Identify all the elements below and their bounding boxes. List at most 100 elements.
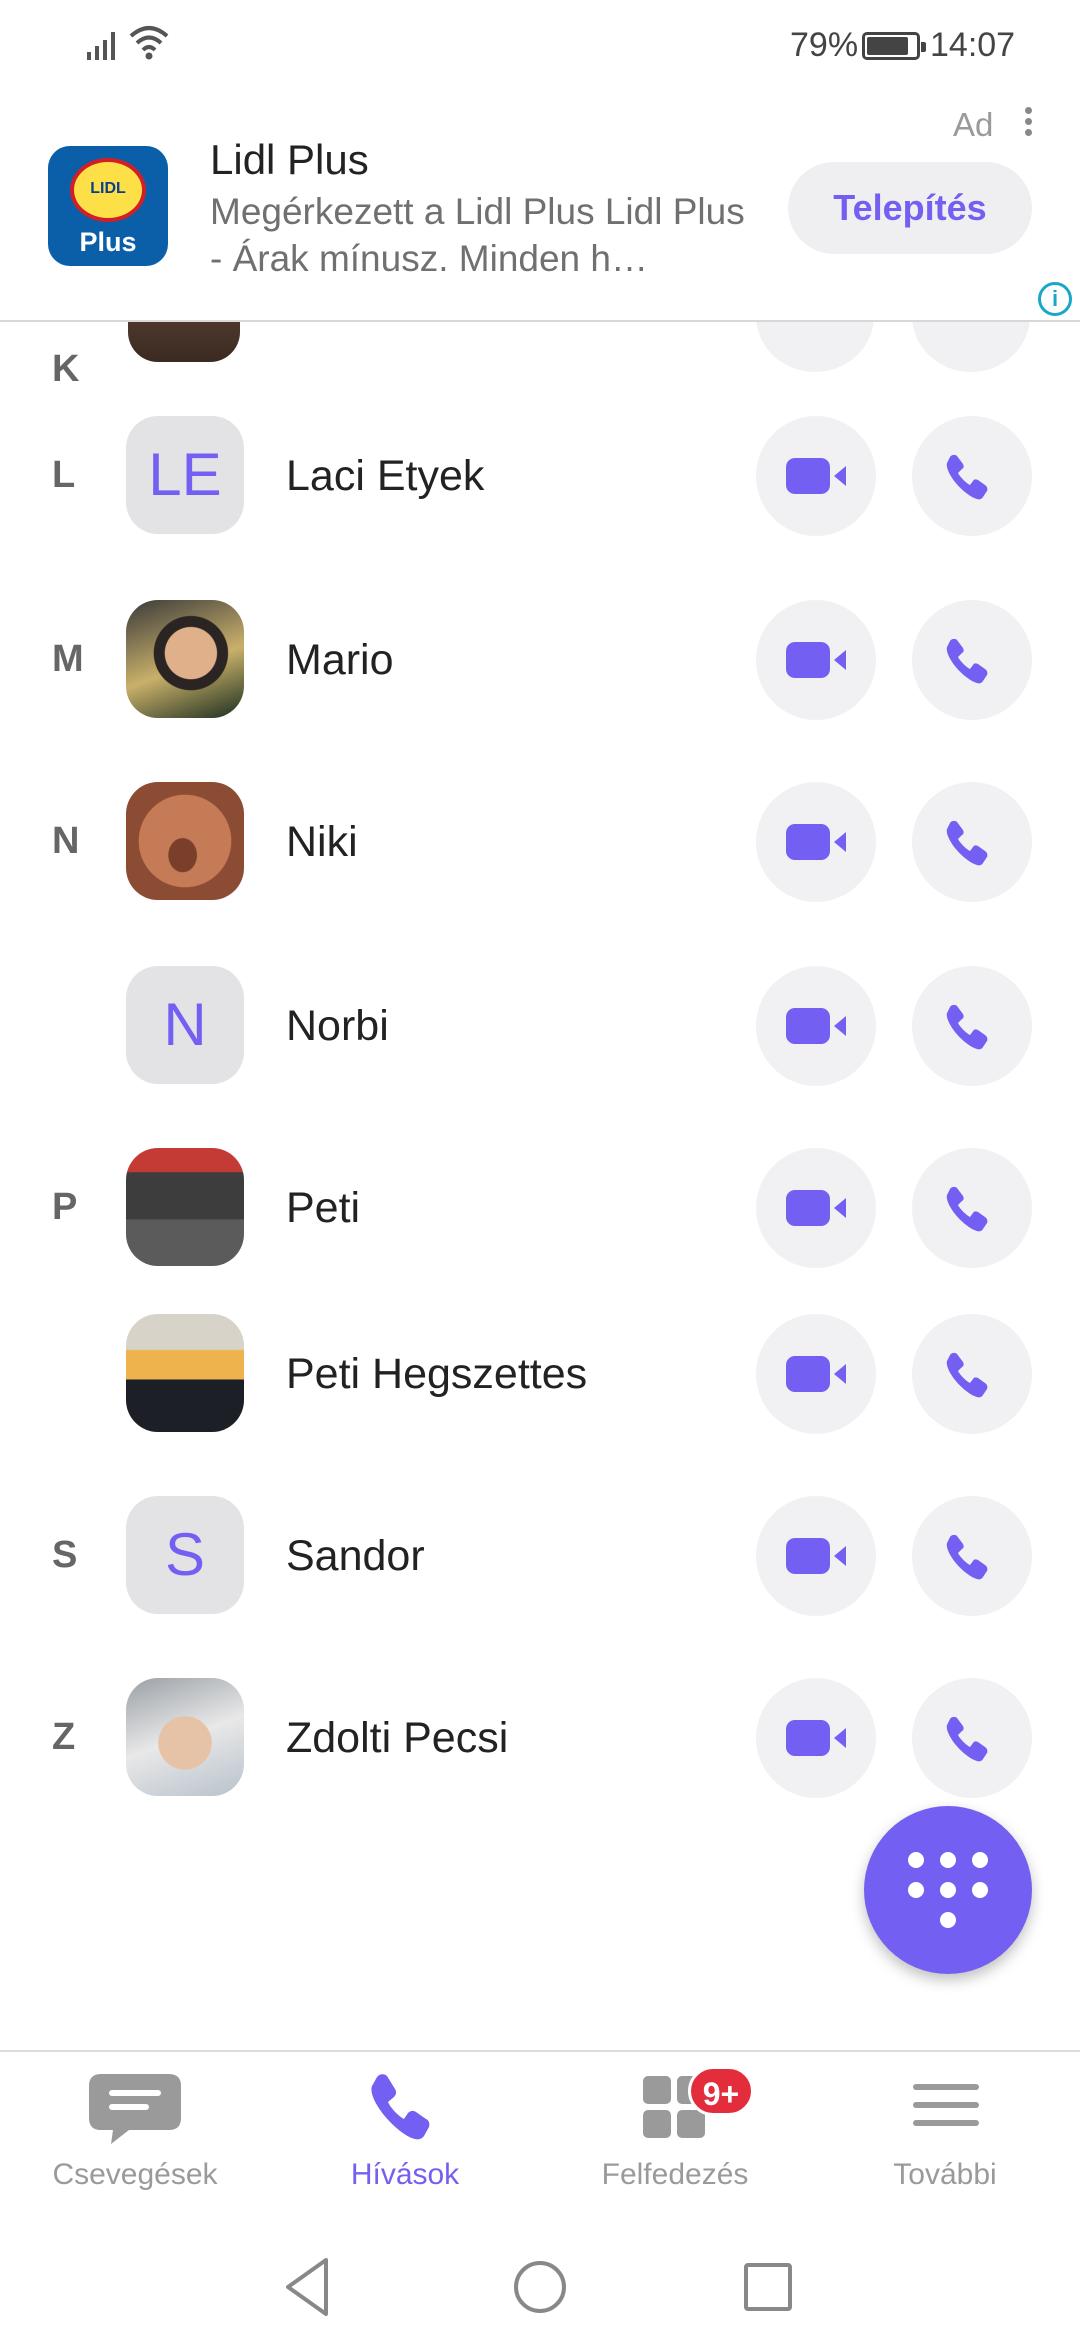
ad-app-name: Lidl Plus [210,136,369,183]
logo-sub-text: Plus [79,227,137,257]
avatar[interactable] [126,1148,244,1266]
avatar[interactable]: S [126,1496,244,1614]
section-letter: P [52,1186,78,1228]
battery-percent: 79% [790,26,859,64]
bottom-nav: Csevegések Hívások Felfedezés 9+ További [0,2050,1080,2230]
tab-calls[interactable]: Hívások [270,2052,540,2232]
video-call-icon [786,1720,846,1756]
contact-name: Mario [286,636,394,684]
list-item[interactable]: N Niki [0,782,1080,902]
tab-chats[interactable]: Csevegések [0,2052,270,2232]
battery-icon [862,32,926,60]
phone-icon [946,638,988,684]
call-button[interactable] [912,322,1030,372]
avatar[interactable] [126,782,244,900]
contact-name: Zdolti Pecsi [286,1714,509,1762]
video-call-button[interactable] [756,416,876,536]
lidl-plus-logo: LIDL Plus [48,146,168,266]
recents-icon[interactable] [728,2252,808,2322]
call-button[interactable] [912,416,1032,536]
section-letter: Z [52,1716,76,1758]
call-button[interactable] [912,1148,1032,1268]
phone-icon [946,1716,988,1762]
call-button[interactable] [912,1496,1032,1616]
call-button[interactable] [912,966,1032,1086]
phone-icon [946,1534,988,1580]
video-call-icon [786,1008,846,1044]
list-item[interactable]: N Norbi [0,966,1080,1086]
avatar[interactable]: LE [126,416,244,534]
wifi-icon [129,26,169,60]
section-letter: N [52,820,80,862]
tab-explore[interactable]: Felfedezés [540,2052,810,2232]
video-call-button[interactable] [756,600,876,720]
dialpad-button[interactable] [864,1806,1032,1974]
viber-calls-screen: 79% 14:07 LIDL Plus Lidl Plus Megérkezet… [0,0,1080,2340]
video-call-button[interactable] [756,1148,876,1268]
list-item[interactable]: M Mario [0,600,1080,720]
section-letter: L [52,454,76,496]
list-item[interactable]: S S Sandor [0,1496,1080,1616]
phone-icon [946,820,988,866]
home-icon[interactable] [500,2252,580,2322]
contact-name: Norbi [286,1002,389,1050]
call-button[interactable] [912,1678,1032,1798]
tab-more-label: További [893,2158,997,2191]
tab-chats-label: Csevegések [52,2158,218,2191]
contact-name: Peti Hegszettes [286,1350,588,1398]
phone-icon [946,1004,988,1050]
video-call-button[interactable] [756,322,874,372]
phone-icon [946,1186,988,1232]
video-call-button[interactable] [756,966,876,1086]
video-call-icon [786,458,846,494]
section-letter: K [52,348,80,390]
avatar[interactable] [126,1678,244,1796]
avatar[interactable] [128,322,240,362]
notification-badge: 9+ [688,2066,754,2116]
install-button[interactable]: Telepítés [788,162,1032,254]
avatar[interactable]: N [126,966,244,1084]
video-call-button[interactable] [756,1314,876,1434]
list-item[interactable]: L LE Laci Etyek [0,416,1080,536]
contact-name: Sandor [286,1532,425,1580]
list-item[interactable]: Z Zdolti Pecsi [0,1678,1080,1798]
video-call-icon [786,1538,846,1574]
more-options-icon[interactable] [1018,104,1038,148]
call-button[interactable] [912,1314,1032,1434]
section-letter: M [52,638,84,680]
avatar[interactable] [126,600,244,718]
video-call-icon [786,1190,846,1226]
tab-explore-label: Felfedezés [601,2158,749,2191]
video-call-icon [786,824,846,860]
chat-bubble-icon [89,2074,181,2144]
video-call-icon [786,1356,846,1392]
call-button[interactable] [912,600,1032,720]
system-nav-bar [0,2232,1080,2340]
contacts-list[interactable]: K L LE Laci Etyek M Mario N Niki N Norbi… [0,322,1080,2048]
back-icon[interactable] [270,2252,350,2322]
contact-name: Peti [286,1184,361,1232]
list-item[interactable]: P Peti [0,1148,1080,1268]
avatar[interactable] [126,1314,244,1432]
contact-name: Laci Etyek [286,452,485,500]
section-letter: S [52,1534,78,1576]
status-bar: 79% 14:07 [0,0,1080,92]
tab-more[interactable]: További [810,2052,1080,2232]
ad-info-icon[interactable]: i [1038,282,1072,316]
phone-icon [946,1352,988,1398]
ad-banner[interactable]: LIDL Plus Lidl Plus Megérkezett a Lidl P… [0,92,1080,322]
list-item[interactable]: Peti Hegszettes [0,1314,1080,1434]
ad-description: Megérkezett a Lidl Plus Lidl Plus - Árak… [210,191,745,279]
phone-icon [946,454,988,500]
menu-icon [913,2084,979,2126]
tab-calls-label: Hívások [350,2158,460,2191]
video-call-button[interactable] [756,1678,876,1798]
clock: 14:07 [930,26,1016,64]
call-button[interactable] [912,782,1032,902]
contact-name: Niki [286,818,358,866]
video-call-icon [786,642,846,678]
ad-label: Ad [953,106,994,143]
video-call-button[interactable] [756,1496,876,1616]
video-call-button[interactable] [756,782,876,902]
logo-text: LIDL [90,180,126,197]
